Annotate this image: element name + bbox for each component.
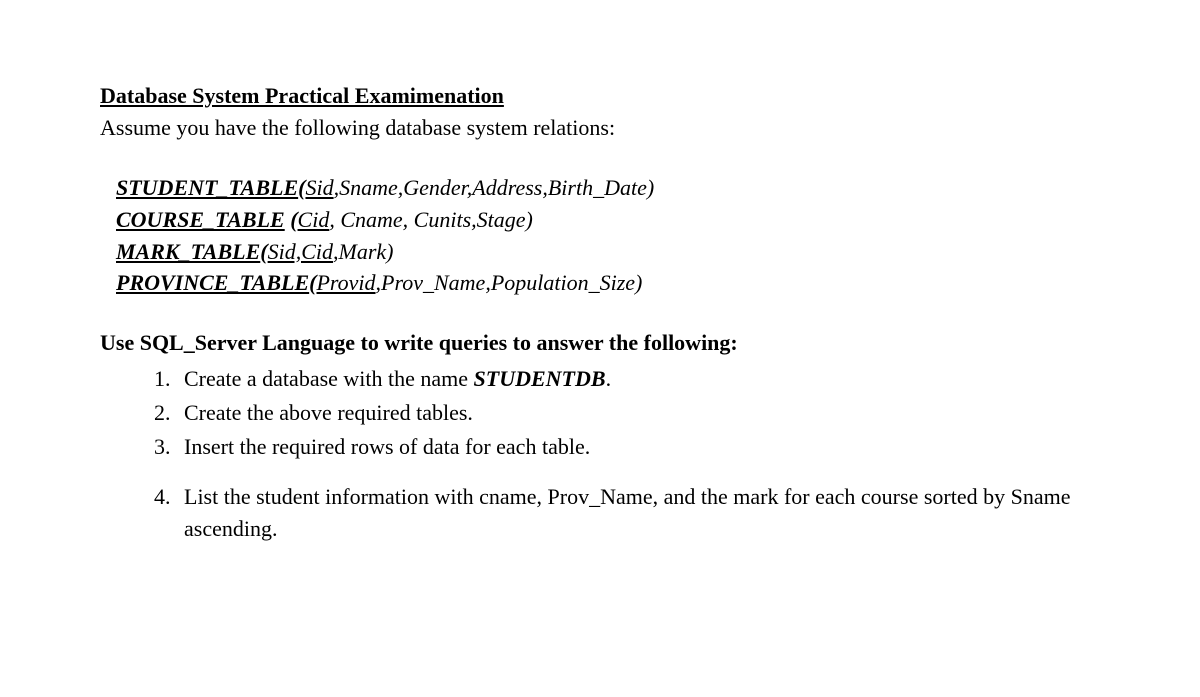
relation-student: STUDENT_TABLE(Sid,Sname,Gender,Address,B… <box>116 172 1100 204</box>
relation-course: COURSE_TABLE (Cid, Cname, Cunits,Stage) <box>116 204 1100 236</box>
question-1: Create a database with the name STUDENTD… <box>176 363 1100 395</box>
relation-mark: MARK_TABLE(Sid,Cid,Mark) <box>116 236 1100 268</box>
relations-block: STUDENT_TABLE(Sid,Sname,Gender,Address,B… <box>100 172 1100 300</box>
document-title: Database System Practical Examimenation <box>100 83 504 108</box>
intro-text: Assume you have the following database s… <box>100 112 1100 144</box>
instruction-text: Use SQL_Server Language to write queries… <box>100 327 1100 359</box>
document-content: Database System Practical Examimenation … <box>100 80 1100 545</box>
title-line: Database System Practical Examimenation <box>100 80 1100 112</box>
question-2: Create the above required tables. <box>176 397 1100 429</box>
relation-province: PROVINCE_TABLE(Provid,Prov_Name,Populati… <box>116 267 1100 299</box>
question-4: List the student information with cname,… <box>176 481 1100 545</box>
question-3: Insert the required rows of data for eac… <box>176 431 1100 463</box>
question-list: Create a database with the name STUDENTD… <box>100 363 1100 544</box>
